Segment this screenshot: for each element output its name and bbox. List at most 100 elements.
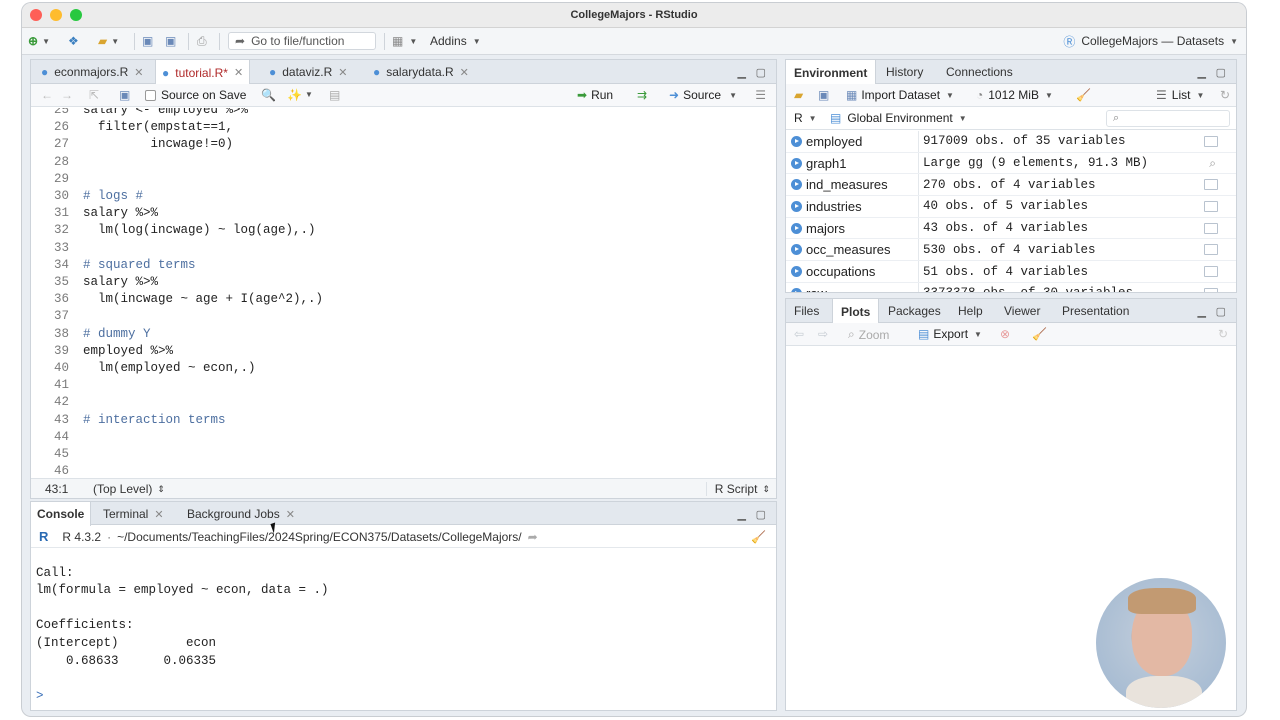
close-icon[interactable]: ✕: [134, 66, 143, 79]
code-line[interactable]: 35 salary %>%: [31, 274, 776, 291]
export-button[interactable]: ▤ Export ▼: [918, 327, 982, 341]
source-button[interactable]: ➜ Source ▼: [669, 88, 737, 102]
close-icon[interactable]: ✕: [234, 66, 243, 79]
environment-search-input[interactable]: ⌕: [1106, 110, 1230, 127]
code-line[interactable]: 39 employed %>%: [31, 343, 776, 360]
minimize-pane-icon[interactable]: ▁: [738, 508, 746, 521]
code-line[interactable]: 45: [31, 446, 776, 463]
next-plot-icon[interactable]: ⇨: [818, 327, 828, 341]
tab-dataviz[interactable]: ● dataviz.R ✕: [263, 60, 354, 84]
code-line[interactable]: 38 # dummy Y: [31, 326, 776, 343]
tab-econmajors[interactable]: ● econmajors.R ✕: [35, 60, 150, 84]
back-icon[interactable]: ←: [41, 88, 53, 102]
tab-viewer[interactable]: Viewer: [998, 299, 1046, 323]
refresh-icon[interactable]: ↻: [1220, 88, 1230, 102]
console-output[interactable]: Call: lm(formula = employed ~ econ, data …: [36, 549, 776, 710]
run-button[interactable]: ➡ Run: [577, 88, 613, 102]
maximize-pane-icon[interactable]: ▢: [1216, 66, 1226, 79]
code-line[interactable]: 36 lm(incwage ~ age + I(age^2),.): [31, 291, 776, 308]
pane-layout-button[interactable]: ▦ ▼: [392, 33, 417, 49]
minimize-pane-icon[interactable]: ▁: [1198, 305, 1206, 318]
previous-plot-icon[interactable]: ⇦: [794, 327, 804, 341]
expand-arrow-icon[interactable]: [791, 200, 802, 212]
code-line[interactable]: 43 # interaction terms: [31, 412, 776, 429]
tab-environment[interactable]: Environment: [786, 60, 877, 85]
expand-arrow-icon[interactable]: [791, 244, 802, 256]
environment-selector[interactable]: ▤ Global Environment ▼: [830, 111, 967, 125]
code-line[interactable]: 25 salary <- employed %>%: [31, 108, 776, 119]
source-on-save-checkbox[interactable]: Source on Save: [145, 88, 246, 102]
file-type-selector[interactable]: R Script ⇕: [705, 482, 770, 496]
view-data-icon[interactable]: [1204, 244, 1218, 256]
close-icon[interactable]: ✕: [460, 66, 469, 79]
environment-row[interactable]: industries 40 obs. of 5 variables: [786, 196, 1236, 218]
tab-files[interactable]: Files: [788, 299, 825, 323]
environment-row[interactable]: majors 43 obs. of 4 variables: [786, 218, 1236, 240]
addins-menu[interactable]: Addins ▼: [430, 33, 481, 49]
remove-plot-icon[interactable]: ⊗: [1000, 327, 1010, 341]
expand-arrow-icon[interactable]: [791, 287, 802, 292]
new-file-button[interactable]: ⊕ ▼: [28, 33, 50, 49]
code-line[interactable]: 28: [31, 154, 776, 171]
new-project-button[interactable]: ❖: [68, 33, 79, 49]
broom-icon[interactable]: 🧹: [1032, 327, 1047, 341]
minimize-pane-icon[interactable]: ▁: [1198, 66, 1206, 79]
print-button[interactable]: ⎙: [197, 33, 207, 49]
search-icon[interactable]: 🔍: [261, 88, 276, 102]
code-line[interactable]: 41: [31, 377, 776, 394]
environment-row[interactable]: occupations 51 obs. of 4 variables: [786, 261, 1236, 283]
environment-row[interactable]: raw 3373378 obs. of 30 variables: [786, 283, 1236, 292]
broom-icon[interactable]: 🧹: [1076, 88, 1091, 102]
tab-history[interactable]: History: [880, 60, 929, 84]
chevron-down-icon[interactable]: ▼: [305, 90, 313, 99]
environment-row[interactable]: employed 917009 obs. of 35 variables: [786, 131, 1236, 153]
tab-plots[interactable]: Plots: [832, 299, 880, 324]
view-data-icon[interactable]: [1204, 179, 1218, 191]
view-data-icon[interactable]: [1204, 135, 1218, 147]
code-line[interactable]: 31 salary %>%: [31, 205, 776, 222]
expand-arrow-icon[interactable]: [791, 266, 802, 278]
code-line[interactable]: 37: [31, 308, 776, 325]
zoom-button[interactable]: ⌕ Zoom: [848, 327, 889, 342]
tab-presentation[interactable]: Presentation: [1056, 299, 1135, 323]
maximize-pane-icon[interactable]: ▢: [1216, 305, 1226, 318]
code-line[interactable]: 30 # logs #: [31, 188, 776, 205]
expand-arrow-icon[interactable]: [791, 179, 802, 191]
code-line[interactable]: 40 lm(employed ~ econ,.): [31, 360, 776, 377]
language-selector[interactable]: R ▼: [794, 111, 817, 125]
save-all-button[interactable]: ▣: [165, 33, 176, 49]
view-data-icon[interactable]: [1204, 287, 1218, 292]
tab-terminal[interactable]: Terminal ✕: [97, 502, 170, 526]
expand-arrow-icon[interactable]: [791, 135, 802, 147]
environment-row[interactable]: graph1 Large gg (9 elements, 91.3 MB) ⌕: [786, 153, 1236, 175]
tab-salarydata[interactable]: ● salarydata.R ✕: [367, 60, 475, 84]
forward-icon[interactable]: →: [61, 88, 73, 102]
save-button[interactable]: ▣: [142, 33, 153, 49]
maximize-pane-icon[interactable]: ▢: [756, 66, 766, 79]
refresh-icon[interactable]: ↻: [1218, 327, 1228, 341]
tab-help[interactable]: Help: [952, 299, 989, 323]
code-line[interactable]: 46: [31, 463, 776, 478]
close-icon[interactable]: ✕: [154, 508, 163, 521]
view-data-icon[interactable]: [1204, 222, 1218, 234]
code-area[interactable]: 25 salary <- employed %>% 26 filter(empsta…: [31, 108, 776, 478]
close-icon[interactable]: ✕: [338, 66, 347, 79]
show-in-window-icon[interactable]: ⇱: [89, 88, 99, 102]
goto-file-input[interactable]: ➦ Go to file/function: [228, 32, 376, 50]
close-icon[interactable]: ✕: [286, 508, 295, 521]
project-menu[interactable]: Ⓡ CollegeMajors — Datasets ▼: [1063, 33, 1238, 49]
code-line[interactable]: 26 filter(empstat==1,: [31, 119, 776, 136]
load-workspace-icon[interactable]: ▰: [794, 88, 803, 102]
tab-console[interactable]: Console: [31, 502, 92, 526]
rerun-icon[interactable]: ⇉: [637, 88, 647, 102]
code-line[interactable]: 29: [31, 171, 776, 188]
outline-icon[interactable]: ☰: [755, 88, 766, 102]
tab-background-jobs[interactable]: Background Jobs ✕: [181, 502, 301, 526]
expand-arrow-icon[interactable]: [791, 222, 802, 234]
document-outline-icon[interactable]: ▤: [329, 88, 340, 102]
code-line[interactable]: 32 lm(log(incwage) ~ log(age),.): [31, 222, 776, 239]
save-icon[interactable]: ▣: [818, 88, 829, 102]
minimize-pane-icon[interactable]: ▁: [738, 66, 746, 79]
go-to-directory-icon[interactable]: ➦: [528, 530, 538, 544]
tab-tutorial[interactable]: ● tutorial.R* ✕: [155, 60, 251, 85]
